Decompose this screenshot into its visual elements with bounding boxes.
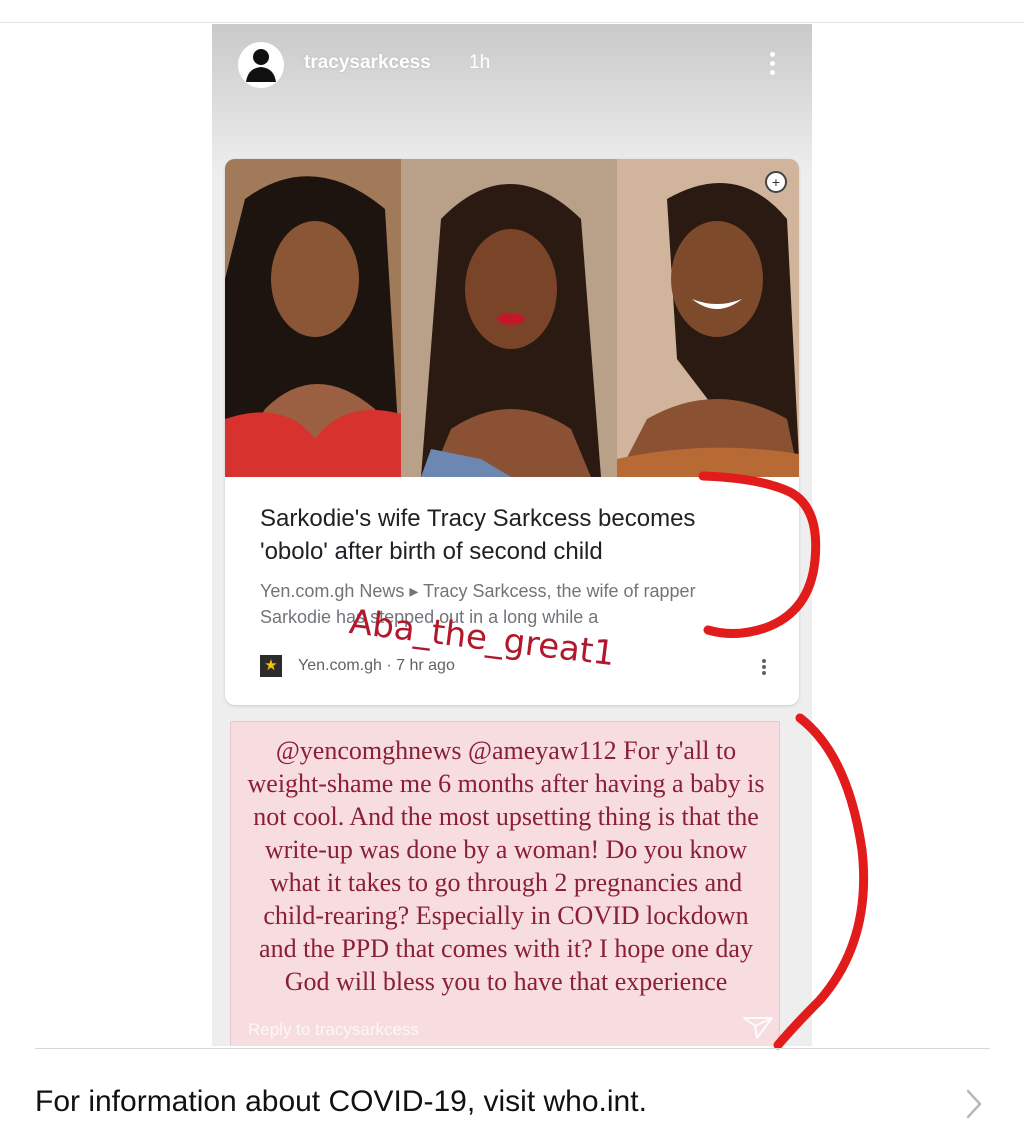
yen-logo-icon: ★ bbox=[260, 655, 282, 677]
story-header-gradient bbox=[212, 24, 812, 174]
covid-info-banner[interactable]: For information about COVID-19, visit wh… bbox=[0, 1049, 1024, 1137]
photo-middle bbox=[401, 159, 617, 477]
story-time: 1h bbox=[469, 52, 491, 73]
story-username[interactable]: tracysarkcess bbox=[304, 52, 431, 74]
article-title[interactable]: Sarkodie's wife Tracy Sarkcess becomes '… bbox=[260, 502, 760, 568]
news-photos: + bbox=[225, 159, 799, 477]
send-icon[interactable] bbox=[740, 1012, 776, 1042]
story-viewer: tracysarkcess 1h + Sarkodie's wife Tracy… bbox=[212, 24, 812, 1046]
photo-right: + bbox=[617, 159, 799, 477]
photo-left bbox=[225, 159, 401, 477]
card-more-vert-icon[interactable] bbox=[758, 657, 770, 679]
avatar-icon[interactable] bbox=[238, 42, 284, 88]
top-divider bbox=[0, 22, 1024, 23]
article-source: Yen.com.gh · 7 hr ago bbox=[298, 657, 455, 674]
chevron-right-icon[interactable] bbox=[962, 1087, 986, 1121]
quote-text: @yencomghnews @ameyaw112 For y'all to we… bbox=[247, 736, 765, 996]
add-icon[interactable]: + bbox=[765, 171, 787, 193]
more-vert-icon[interactable] bbox=[764, 48, 780, 84]
covid-info-text: For information about COVID-19, visit wh… bbox=[35, 1085, 647, 1118]
reply-input[interactable]: Reply to tracysarkcess bbox=[248, 1020, 419, 1040]
quote-box: @yencomghnews @ameyaw112 For y'all to we… bbox=[230, 721, 780, 1046]
